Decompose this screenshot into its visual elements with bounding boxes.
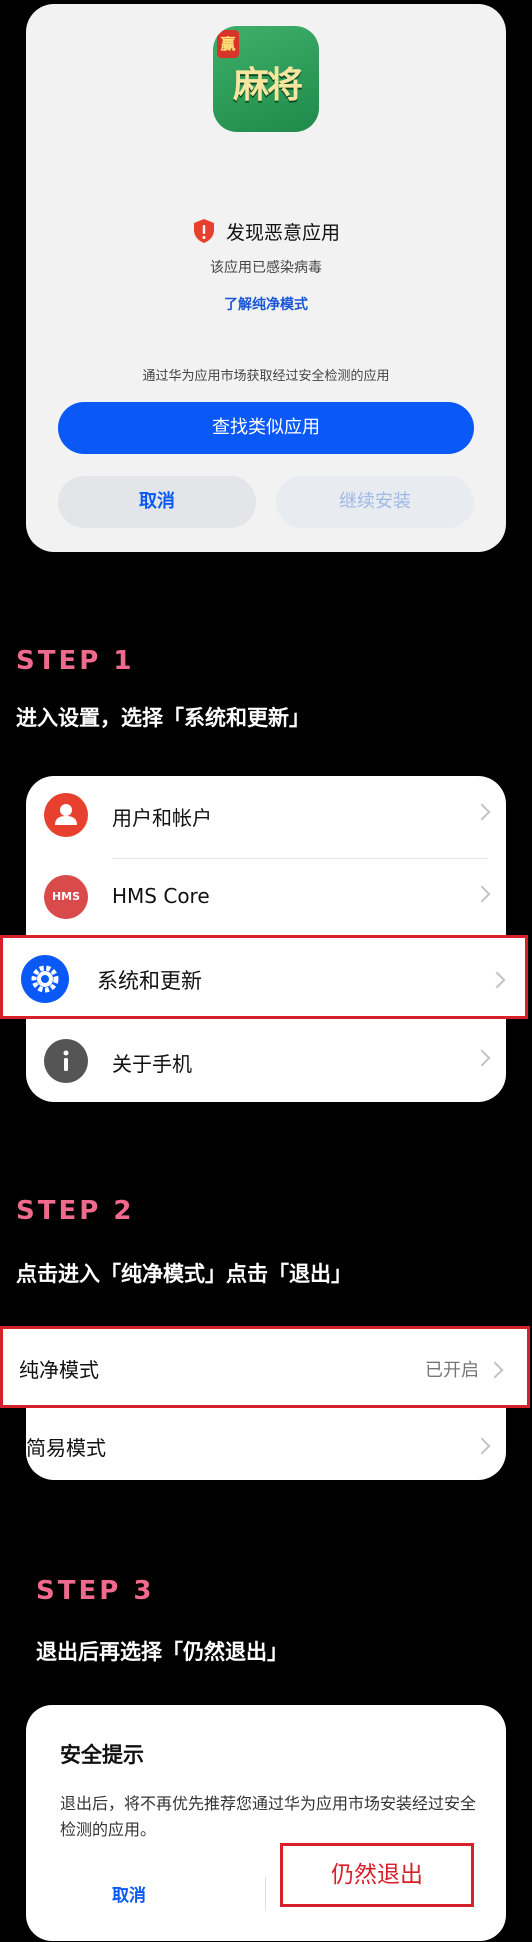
step2-description: 点击进入「纯净模式」点击「退出」 (16, 1262, 352, 1286)
dialog-title: 安全提示 (60, 1743, 144, 1767)
pure-mode-item[interactable]: 纯净模式 已开启 (0, 1326, 530, 1408)
shield-warning-icon (193, 219, 214, 243)
chevron-right-icon (473, 803, 491, 821)
warning-subtitle: 该应用已感染病毒 (210, 260, 322, 276)
step3-description: 退出后再选择「仍然退出」 (36, 1640, 288, 1664)
chevron-right-icon (473, 1437, 491, 1455)
step3-title: STEP 3 (36, 1576, 155, 1606)
settings-item-hms-core[interactable]: HMS HMS Core (26, 858, 506, 936)
mahjong-app-icon: 赢 麻将 (213, 26, 319, 132)
hms-core-icon: HMS (44, 875, 88, 919)
continue-install-button[interactable]: 继续安装 (276, 476, 474, 528)
settings-item-accounts[interactable]: 用户和帐户 (26, 776, 506, 854)
dialog-body: 退出后，将不再优先推荐您通过华为应用市场安装经过安全检测的应用。 (60, 1794, 477, 1839)
cancel-button[interactable]: 取消 (112, 1881, 146, 1906)
settings-item-label: 系统和更新 (97, 969, 202, 993)
pure-mode-status: 已开启 (425, 1360, 479, 1381)
step2-title: STEP 2 (16, 1196, 135, 1226)
step1-title: STEP 1 (16, 646, 135, 676)
settings-item-label: 关于手机 (112, 1052, 192, 1076)
user-icon (44, 793, 88, 837)
learn-pure-mode-link[interactable]: 了解纯净模式 (26, 294, 506, 314)
market-info-text: 通过华为应用市场获取经过安全检测的应用 (142, 369, 390, 384)
malicious-app-dialog: 赢 麻将 发现恶意应用 该应用已感染病毒 了解纯净模式 通过华为应用市场获取经过… (26, 4, 506, 552)
info-icon (44, 1039, 88, 1083)
simple-mode-item[interactable]: 简易模式 (26, 1432, 106, 1461)
settings-item-system-update[interactable]: 系统和更新 (0, 935, 528, 1019)
pure-mode-label: 纯净模式 (19, 1358, 99, 1382)
settings-item-label: HMS Core (112, 884, 210, 908)
gear-icon (21, 955, 69, 1003)
exit-anyway-button[interactable]: 仍然退出 (280, 1843, 474, 1907)
chevron-right-icon (488, 971, 506, 989)
button-divider (265, 1877, 266, 1911)
security-tip-dialog: 安全提示 退出后，将不再优先推荐您通过华为应用市场安装经过安全检测的应用。 取消… (26, 1705, 506, 1941)
warning-title: 发现恶意应用 (225, 222, 340, 244)
app-icon-tag: 赢 (217, 30, 239, 58)
settings-item-about-phone[interactable]: 关于手机 (26, 1022, 506, 1100)
cancel-button[interactable]: 取消 (58, 476, 256, 528)
chevron-right-icon (473, 885, 491, 903)
chevron-right-icon (473, 1049, 491, 1067)
settings-item-label: 用户和帐户 (112, 806, 212, 830)
app-icon-text: 麻将 (232, 64, 303, 106)
find-similar-apps-button[interactable]: 查找类似应用 (58, 402, 474, 454)
warning-row: 发现恶意应用 (26, 218, 506, 245)
chevron-right-icon (486, 1361, 504, 1379)
step1-description: 进入设置，选择「系统和更新」 (16, 706, 310, 730)
